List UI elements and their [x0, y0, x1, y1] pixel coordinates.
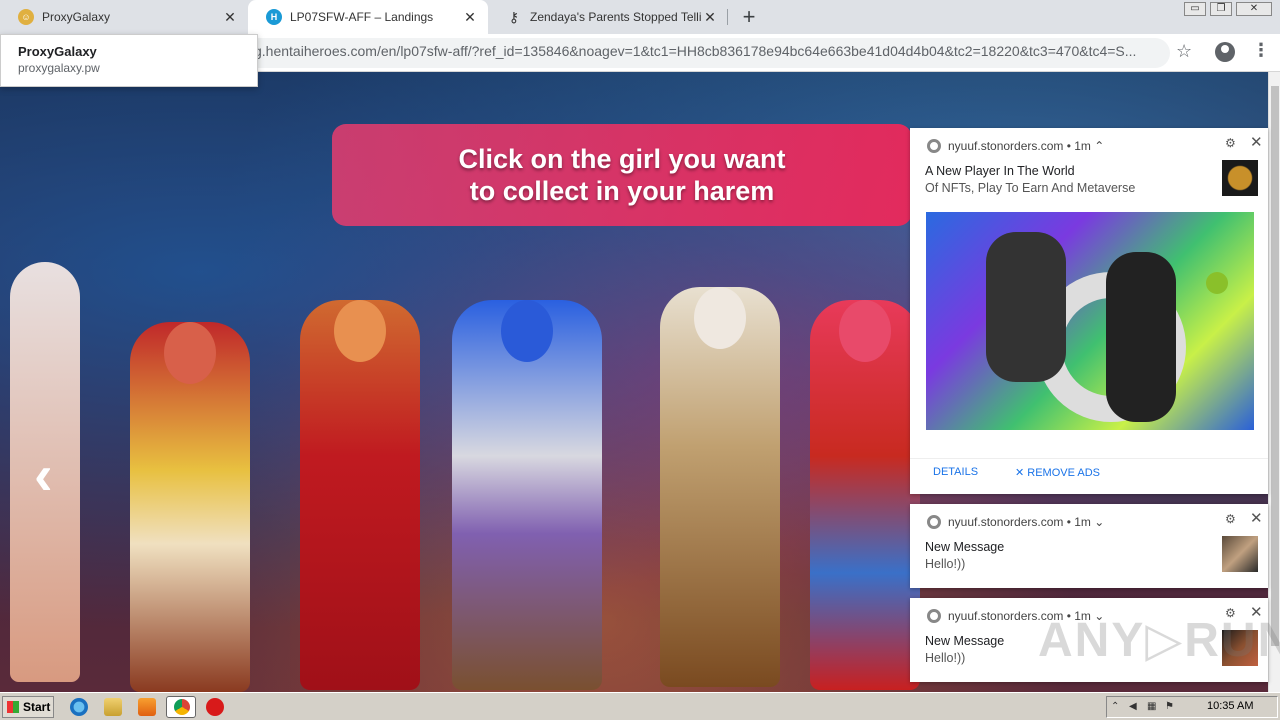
character-head — [839, 300, 891, 362]
tab-title: Zendaya's Parents Stopped Telling H — [530, 10, 702, 24]
notification-source: nyuuf.stonorders.com • 1m ⌃ — [948, 139, 1105, 153]
gear-icon[interactable]: ⚙ — [1225, 136, 1236, 150]
close-tab-icon[interactable]: ✕ — [702, 9, 718, 26]
remove-ads-button[interactable]: ✕ REMOVE ADS — [1015, 466, 1100, 479]
tab-zendaya[interactable]: ⚷ Zendaya's Parents Stopped Telling H ✕ — [488, 0, 728, 34]
minimize-button[interactable]: ▭ — [1184, 2, 1206, 16]
character-red-dress[interactable] — [300, 300, 420, 690]
banner-line-1: Click on the girl you want — [458, 144, 786, 174]
notification-message: Hello!)) — [925, 557, 966, 571]
tab-strip: ☺ ProxyGalaxy ✕ H LP07SFW-AFF – Landings… — [0, 0, 1280, 34]
close-tab-icon[interactable]: ✕ — [222, 9, 238, 26]
banner-text: Click on the girl you want to collect in… — [412, 143, 832, 207]
internet-explorer-icon[interactable] — [70, 698, 88, 716]
tab-landings[interactable]: H LP07SFW-AFF – Landings ✕ — [248, 0, 488, 34]
address-url[interactable]: g.hentaiheroes.com/en/lp07sfw-aff/?ref_i… — [254, 43, 1164, 59]
character-head — [501, 300, 553, 362]
close-window-button[interactable]: ✕ — [1236, 2, 1272, 16]
banner-line-2: to collect in your harem — [469, 176, 775, 206]
notification-title: New Message — [925, 540, 1005, 554]
image-shape — [1106, 252, 1176, 422]
notification-image — [926, 212, 1254, 430]
avatar — [1222, 536, 1258, 572]
proxygalaxy-icon: ☺ — [18, 9, 34, 25]
alert-icon[interactable] — [206, 698, 224, 716]
page-scrollbar[interactable] — [1268, 72, 1280, 692]
character-red-hood[interactable] — [130, 322, 250, 692]
image-shape — [986, 232, 1066, 382]
profile-icon[interactable] — [1215, 42, 1235, 62]
image-shape — [1206, 272, 1228, 294]
chrome-icon — [174, 699, 190, 715]
close-icon[interactable]: ✕ — [1250, 509, 1263, 527]
notification-message-1[interactable]: nyuuf.stonorders.com • 1m ⌄ ⚙ ✕ New Mess… — [910, 504, 1268, 588]
character-white-hair[interactable] — [660, 287, 780, 687]
tab-proxygalaxy[interactable]: ☺ ProxyGalaxy ✕ — [0, 0, 248, 34]
notification-message: Hello!)) — [925, 651, 966, 665]
previous-arrow-icon[interactable]: ‹ — [34, 442, 53, 507]
character-head — [334, 300, 386, 362]
hovercard-domain: proxygalaxy.pw — [18, 61, 100, 75]
character-head — [694, 287, 746, 349]
speaker-icon[interactable]: ◀ — [1129, 701, 1141, 713]
hovercard-title: ProxyGalaxy — [18, 44, 97, 59]
character-mechanic[interactable] — [810, 300, 920, 690]
chrome-icon — [927, 139, 941, 153]
clock[interactable]: 10:35 AM — [1207, 700, 1253, 712]
notification-source: nyuuf.stonorders.com • 1m ⌄ — [948, 515, 1105, 529]
notification-message: Of NFTs, Play To Earn And Metaverse — [925, 181, 1136, 195]
start-button[interactable]: Start — [2, 696, 54, 718]
show-hidden-icons-icon[interactable]: ⌃ — [1111, 701, 1123, 713]
key-icon: ⚷ — [508, 8, 520, 25]
scrollbar-thumb[interactable] — [1271, 86, 1279, 646]
tab-title: LP07SFW-AFF – Landings — [290, 10, 434, 24]
tab-divider — [727, 9, 728, 25]
tab-hover-card: ProxyGalaxy proxygalaxy.pw — [0, 34, 258, 87]
folder-icon[interactable] — [104, 698, 122, 716]
media-player-icon[interactable] — [138, 698, 156, 716]
close-tab-icon[interactable]: ✕ — [462, 9, 478, 26]
notification-nft[interactable]: nyuuf.stonorders.com • 1m ⌃ ⚙ ✕ A New Pl… — [910, 128, 1268, 494]
restore-button[interactable]: ❐ — [1210, 2, 1232, 16]
new-tab-button[interactable]: + — [736, 4, 762, 30]
notification-actions: DETAILS ✕ REMOVE ADS — [910, 458, 1268, 494]
taskbar: Start ⌃ ◀ ▦ ⚑ — [0, 692, 1280, 720]
chrome-icon — [927, 609, 941, 623]
bitcoin-icon — [1222, 160, 1258, 196]
bookmark-star-icon[interactable]: ☆ — [1176, 41, 1192, 62]
notification-title: New Message — [925, 634, 1005, 648]
instruction-banner: Click on the girl you want to collect in… — [332, 124, 912, 226]
chrome-icon — [927, 515, 941, 529]
anyrun-watermark: ANY▷RUN — [1038, 614, 1280, 667]
character-head — [164, 322, 216, 384]
close-icon[interactable]: ✕ — [1250, 133, 1263, 151]
tab-title: ProxyGalaxy — [42, 10, 111, 24]
windows-logo-icon — [7, 701, 19, 713]
notification-title: A New Player In The World — [925, 164, 1075, 178]
start-label: Start — [23, 700, 51, 714]
gear-icon[interactable]: ⚙ — [1225, 512, 1236, 526]
details-button[interactable]: DETAILS — [933, 466, 978, 478]
menu-dots-icon[interactable]: ⋮ — [1252, 40, 1270, 61]
landings-icon: H — [266, 9, 282, 25]
action-center-flag-icon[interactable]: ⚑ — [1165, 701, 1177, 713]
character-blue-hair[interactable] — [452, 300, 602, 690]
chrome-taskbar-button[interactable] — [166, 696, 196, 718]
network-icon[interactable]: ▦ — [1147, 701, 1159, 713]
